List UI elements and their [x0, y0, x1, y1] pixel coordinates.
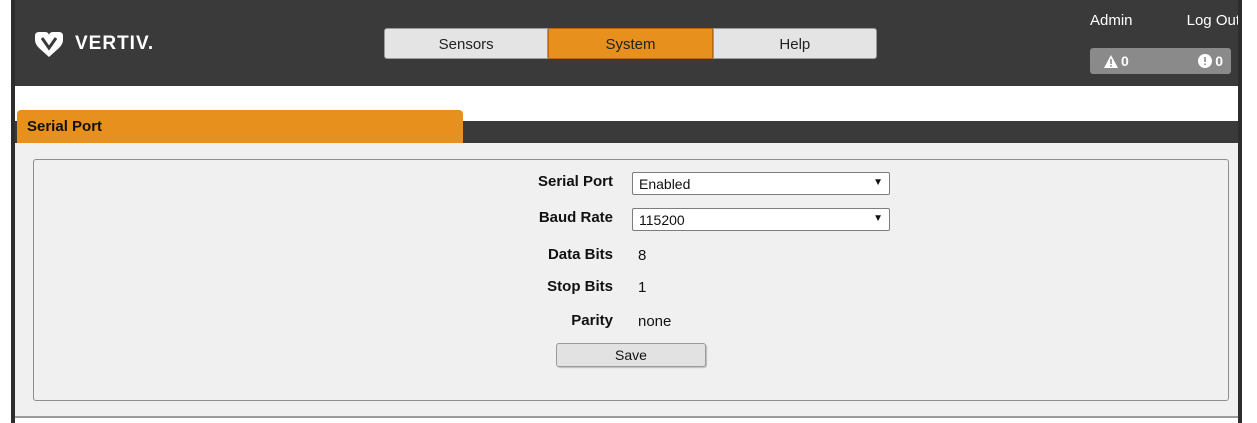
warning-alerts[interactable]: 0	[1104, 53, 1129, 69]
tab-system[interactable]: System	[548, 28, 713, 59]
admin-link[interactable]: Admin	[1090, 12, 1133, 29]
vertiv-logo[interactable]: VERTIV.	[33, 28, 154, 60]
vertiv-mark-icon	[35, 32, 63, 57]
data-bits-label: Data Bits	[547, 246, 613, 263]
frame-border-right	[1238, 0, 1242, 423]
top-header: VERTIV. Sensors System Help Admin Log Ou…	[11, 0, 1242, 86]
info-count: 0	[1215, 53, 1223, 69]
baud-rate-select[interactable]: 115200 ▼	[632, 208, 890, 231]
stop-bits-label: Stop Bits	[547, 278, 613, 295]
section-title-tab: Serial Port	[17, 110, 463, 144]
parity-label: Parity	[571, 312, 613, 329]
stop-bits-value: 1	[638, 279, 647, 296]
tab-help[interactable]: Help	[712, 28, 877, 59]
dropdown-arrow-icon: ▼	[873, 177, 883, 188]
info-circle-icon	[1198, 54, 1213, 68]
alert-counters: 0 0	[1090, 48, 1231, 74]
dropdown-arrow-icon: ▼	[873, 213, 883, 224]
user-links: Admin Log Out	[1090, 12, 1240, 29]
serial-port-select[interactable]: Enabled ▼	[632, 172, 890, 195]
logout-link[interactable]: Log Out	[1187, 12, 1240, 29]
tab-sensors[interactable]: Sensors	[384, 28, 549, 59]
warning-triangle-icon	[1104, 54, 1118, 68]
serial-port-label: Serial Port	[537, 173, 613, 190]
baud-rate-value: 115200	[639, 212, 685, 228]
serial-port-value: Enabled	[639, 176, 691, 192]
data-bits-value: 8	[638, 247, 647, 264]
save-button[interactable]: Save	[556, 343, 706, 367]
brand-name: VERTIV.	[75, 33, 155, 54]
baud-rate-label: Baud Rate	[538, 209, 613, 226]
warning-count: 0	[1121, 53, 1129, 69]
main-nav-tabs: Sensors System Help	[384, 28, 877, 59]
info-alerts[interactable]: 0	[1198, 53, 1223, 69]
parity-value: none	[638, 313, 672, 330]
